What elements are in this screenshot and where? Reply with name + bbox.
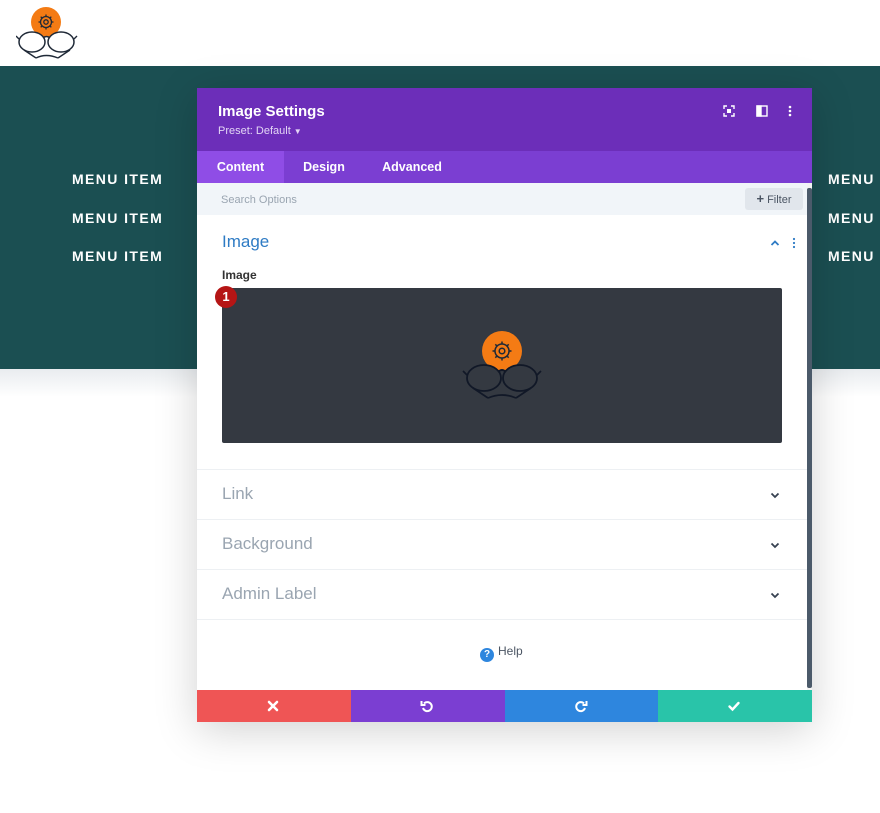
redo-icon <box>574 701 587 713</box>
chevron-down-icon[interactable] <box>769 588 781 600</box>
search-input[interactable] <box>221 191 621 209</box>
section-divider <box>197 569 807 570</box>
chevron-up-icon[interactable] <box>769 236 781 248</box>
gear-glasses-logo-icon <box>15 7 78 59</box>
section-more-icon[interactable] <box>788 236 800 249</box>
scrollbar-thumb[interactable] <box>807 188 812 688</box>
close-icon <box>267 700 279 712</box>
menu-item-link[interactable]: MENU I <box>828 210 880 249</box>
plus-icon: + <box>756 191 765 206</box>
site-logo[interactable] <box>15 6 78 62</box>
help-label: Help <box>498 644 523 658</box>
more-options-icon[interactable] <box>783 104 797 118</box>
chevron-down-icon[interactable] <box>769 488 781 500</box>
split-view-icon[interactable] <box>755 104 769 118</box>
redo-button[interactable] <box>504 690 659 722</box>
menu-left: MENU ITEM MENU ITEM MENU ITEM <box>72 171 163 287</box>
check-icon <box>728 701 740 712</box>
menu-item-link[interactable]: MENU ITEM <box>72 248 163 287</box>
undo-button[interactable] <box>350 690 505 722</box>
fullscreen-icon[interactable] <box>722 104 736 118</box>
image-field-label: Image <box>222 268 257 282</box>
section-title-background[interactable]: Background <box>222 534 313 554</box>
settings-tabs: Content Design Advanced <box>197 151 812 183</box>
tab-content[interactable]: Content <box>197 151 284 183</box>
section-title-link[interactable]: Link <box>222 484 253 504</box>
filter-button[interactable]: + Filter <box>745 188 803 210</box>
step-badge: 1 <box>215 286 237 308</box>
image-settings-modal: Image Settings Preset: Default ▼ Content… <box>197 88 812 722</box>
gear-glasses-logo-icon <box>462 331 542 399</box>
help-link[interactable]: ? Help <box>480 644 523 662</box>
save-button[interactable] <box>658 690 812 722</box>
modal-header[interactable]: Image Settings Preset: Default ▼ <box>197 88 812 151</box>
caret-down-icon: ▼ <box>293 127 302 136</box>
preset-label: Preset: Default <box>218 125 291 137</box>
section-divider <box>197 469 807 470</box>
tab-advanced[interactable]: Advanced <box>364 151 460 183</box>
menu-item-link[interactable]: MENU ITEM <box>72 171 163 210</box>
page: MENU ITEM MENU ITEM MENU ITEM MENU I MEN… <box>0 0 880 813</box>
cancel-button[interactable] <box>197 690 351 722</box>
section-divider <box>197 519 807 520</box>
modal-title: Image Settings <box>218 103 325 120</box>
image-upload-preview[interactable] <box>222 288 782 443</box>
preset-selector[interactable]: Preset: Default ▼ <box>218 125 302 137</box>
section-title-image[interactable]: Image <box>222 232 269 252</box>
menu-item-link[interactable]: MENU I <box>828 171 880 210</box>
menu-right: MENU I MENU I MENU I <box>828 171 880 287</box>
tab-design[interactable]: Design <box>284 151 364 183</box>
help-icon: ? <box>480 648 494 662</box>
section-divider <box>197 619 807 620</box>
search-bar: +Filter <box>197 183 807 215</box>
modal-footer <box>197 690 812 722</box>
filter-label: Filter <box>767 194 792 206</box>
menu-item-link[interactable]: MENU ITEM <box>72 210 163 249</box>
menu-item-link[interactable]: MENU I <box>828 248 880 287</box>
undo-icon <box>420 701 433 713</box>
section-title-admin-label[interactable]: Admin Label <box>222 584 317 604</box>
chevron-down-icon[interactable] <box>769 538 781 550</box>
